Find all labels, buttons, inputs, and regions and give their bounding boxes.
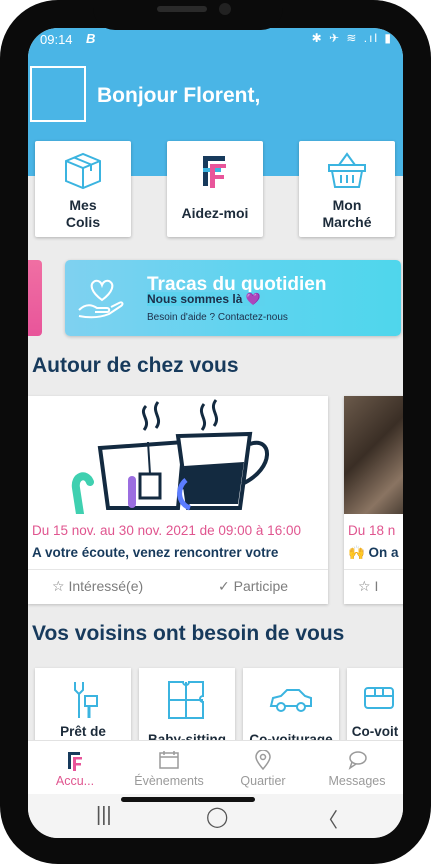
bus-icon xyxy=(364,687,394,709)
app-screen: 09:14 B ✱ ✈ ≋ .ıl ▮ Bonjour Florent, Mes… xyxy=(28,28,403,838)
participate-button[interactable]: ✓ Participe xyxy=(218,578,288,595)
chat-icon xyxy=(348,751,367,770)
home-button[interactable]: ◯ xyxy=(206,804,228,829)
quick-card-label: Mon xyxy=(332,197,362,213)
car-icon xyxy=(269,689,312,712)
basket-icon xyxy=(328,152,366,188)
tab-messages[interactable]: Messages xyxy=(310,741,403,795)
banner-subtitle: Nous sommes là 💜 xyxy=(147,292,265,306)
quick-card-mon-marche[interactable]: Mon Marché xyxy=(299,141,395,237)
event-image-cups xyxy=(28,396,328,514)
box-icon xyxy=(65,152,101,190)
tab-label: Évènements xyxy=(134,774,204,788)
tab-accueil[interactable]: Accu... xyxy=(28,741,122,795)
tab-quartier[interactable]: Quartier xyxy=(216,741,310,795)
tab-label: Quartier xyxy=(240,774,286,788)
recents-button[interactable]: ||| xyxy=(96,804,112,827)
phone-notch xyxy=(93,0,283,30)
home-indicator xyxy=(121,797,255,802)
interested-label: Intéressé(e) xyxy=(68,578,144,594)
phone-frame: 09:14 B ✱ ✈ ≋ .ıl ▮ Bonjour Florent, Mes… xyxy=(0,0,431,864)
status-icons: ✱ ✈ ≋ .ıl ▮ xyxy=(311,31,393,45)
phone-speaker xyxy=(157,6,207,12)
calendar-icon xyxy=(159,751,179,769)
status-bar: 09:14 B ✱ ✈ ≋ .ıl ▮ xyxy=(28,28,403,54)
event-card[interactable]: Du 15 nov. au 30 nov. 2021 de 09:00 à 16… xyxy=(28,396,328,604)
interested-button[interactable]: ☆ Intéressé(e) xyxy=(52,578,143,595)
event-image-photo xyxy=(344,396,403,514)
back-button[interactable]: 〈 xyxy=(318,804,338,833)
section-title-neighbors: Vos voisins ont besoin de vous xyxy=(32,622,345,645)
event-title: 🙌 On a xyxy=(348,545,399,560)
quick-card-label: Marché xyxy=(322,214,372,230)
event-title: A votre écoute, venez rencontrer votre xyxy=(32,545,279,560)
interested-button[interactable]: ☆ I xyxy=(358,578,378,595)
check-icon: ✓ xyxy=(218,578,230,594)
status-app-badge: B xyxy=(86,31,96,46)
quick-card-mes-colis[interactable]: Mes Colis xyxy=(35,141,131,237)
need-card-label: Prêt de xyxy=(60,724,106,739)
tools-icon xyxy=(74,682,98,718)
tab-label: Accu... xyxy=(55,774,95,788)
help-banner[interactable]: Tracas du quotidien Nous sommes là 💜 Bes… xyxy=(65,260,401,336)
event-date: Du 18 n xyxy=(348,523,396,538)
event-divider xyxy=(28,569,328,570)
tab-label: Messages xyxy=(328,774,386,788)
avatar[interactable] xyxy=(30,66,86,122)
brand-logo-icon xyxy=(203,156,226,188)
need-card-label: Co-voit xyxy=(351,724,399,739)
quick-card-label: Mes xyxy=(69,197,97,213)
phone-side-button xyxy=(0,116,2,156)
section-title-nearby: Autour de chez vous xyxy=(32,354,239,377)
heart-hand-icon xyxy=(78,279,124,319)
bottom-tab-bar: Accu... Évènements Quartier Messages xyxy=(28,740,403,794)
map-pin-icon xyxy=(255,750,271,770)
quick-card-label: Colis xyxy=(65,214,101,230)
status-time: 09:14 xyxy=(40,32,73,47)
puzzle-icon xyxy=(168,681,204,719)
star-icon: ☆ xyxy=(52,578,65,594)
quick-card-aidez-moi[interactable]: Aidez-moi xyxy=(167,141,263,237)
carousel-prev-banner[interactable] xyxy=(28,260,42,336)
interested-label: I xyxy=(374,578,379,594)
star-icon: ☆ xyxy=(358,578,371,594)
quick-card-label: Aidez-moi xyxy=(181,205,249,221)
tab-evenements[interactable]: Évènements xyxy=(122,741,216,795)
event-divider xyxy=(344,569,403,570)
brand-logo-icon xyxy=(68,752,82,771)
participate-label: Participe xyxy=(233,578,289,594)
phone-camera xyxy=(219,3,231,15)
banner-caption: Besoin d'aide ? Contactez-nous xyxy=(147,312,288,323)
event-card[interactable]: Du 18 n 🙌 On a ☆ I xyxy=(344,396,403,604)
event-date: Du 15 nov. au 30 nov. 2021 de 09:00 à 16… xyxy=(32,523,301,538)
greeting-title: Bonjour Florent, xyxy=(97,84,261,107)
